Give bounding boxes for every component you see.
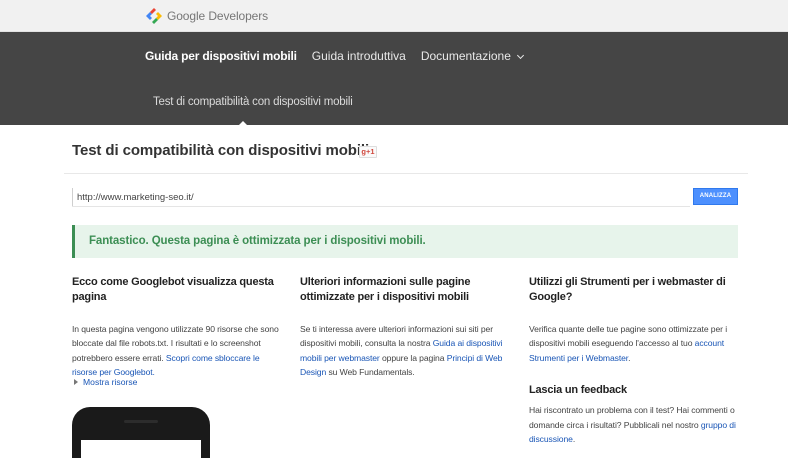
phone-speaker [124,420,158,423]
url-input[interactable] [72,188,690,206]
googlebot-view-column: Ecco come Googlebot visualizza questa pa… [72,275,280,380]
active-caret-icon [239,121,247,125]
webmaster-tools-column: Utilizzi gli Strumenti per i webmaster d… [529,275,737,446]
more-info-text-2: oppure la pagina [379,352,447,363]
result-banner: Fantastico. Questa pagina è ottimizzata … [72,225,738,258]
page-title: Test di compatibilità con dispositivi mo… [72,142,370,159]
googlebot-text: In questa pagina vengono utilizzate 90 r… [72,322,280,380]
title-divider [64,173,748,174]
phone-screenshot [72,407,210,458]
google-developers-icon [146,8,162,24]
show-resources-label: Mostra risorse [83,377,138,387]
more-info-text: Se ti interessa avere ulteriori informaz… [300,322,508,380]
main-navigation: Guida per dispositivi mobili Guida intro… [0,32,788,125]
nav-links: Guida per dispositivi mobili Guida intro… [145,49,538,63]
subnav-item-mobile-test[interactable]: Test di compatibilità con dispositivi mo… [153,96,353,108]
google-developers-logo[interactable]: Google Developers [145,7,268,25]
feedback-heading: Lascia un feedback [529,384,627,397]
triangle-right-icon [74,379,78,385]
google-plus-one-button[interactable]: g+1 [359,146,377,158]
chevron-down-icon [516,51,524,60]
nav-item-getting-started[interactable]: Guida introduttiva [312,49,406,63]
show-resources-toggle[interactable]: Mostra risorse [74,377,137,387]
webmaster-tools-heading: Utilizzi gli Strumenti per i webmaster d… [529,276,726,303]
feedback-text: Hai riscontrato un problema con il test?… [529,403,737,446]
nav-item-mobile-guide[interactable]: Guida per dispositivi mobili [145,49,297,63]
nav-item-documentation-label: Documentazione [420,49,511,63]
url-input-underline [72,206,690,207]
more-info-heading: Ulteriori informazioni sulle pagine otti… [300,276,471,303]
top-bar: Google Developers [0,0,788,32]
phone-screen [81,440,201,458]
brand-name: Google Developers [167,9,269,23]
more-info-text-3: su Web Fundamentals. [326,367,415,378]
result-message: Fantastico. Questa pagina è ottimizzata … [89,235,426,247]
nav-item-documentation[interactable]: Documentazione [420,49,524,63]
analyze-button[interactable]: ANALIZZA [693,188,738,205]
webmaster-tools-text: Verifica quante delle tue pagine sono ot… [529,322,737,365]
feedback-end: . [572,434,576,445]
webmaster-tools-text-2: . [628,352,631,363]
more-info-column: Ulteriori informazioni sulle pagine otti… [300,275,508,380]
googlebot-heading: Ecco come Googlebot visualizza questa pa… [72,276,274,303]
